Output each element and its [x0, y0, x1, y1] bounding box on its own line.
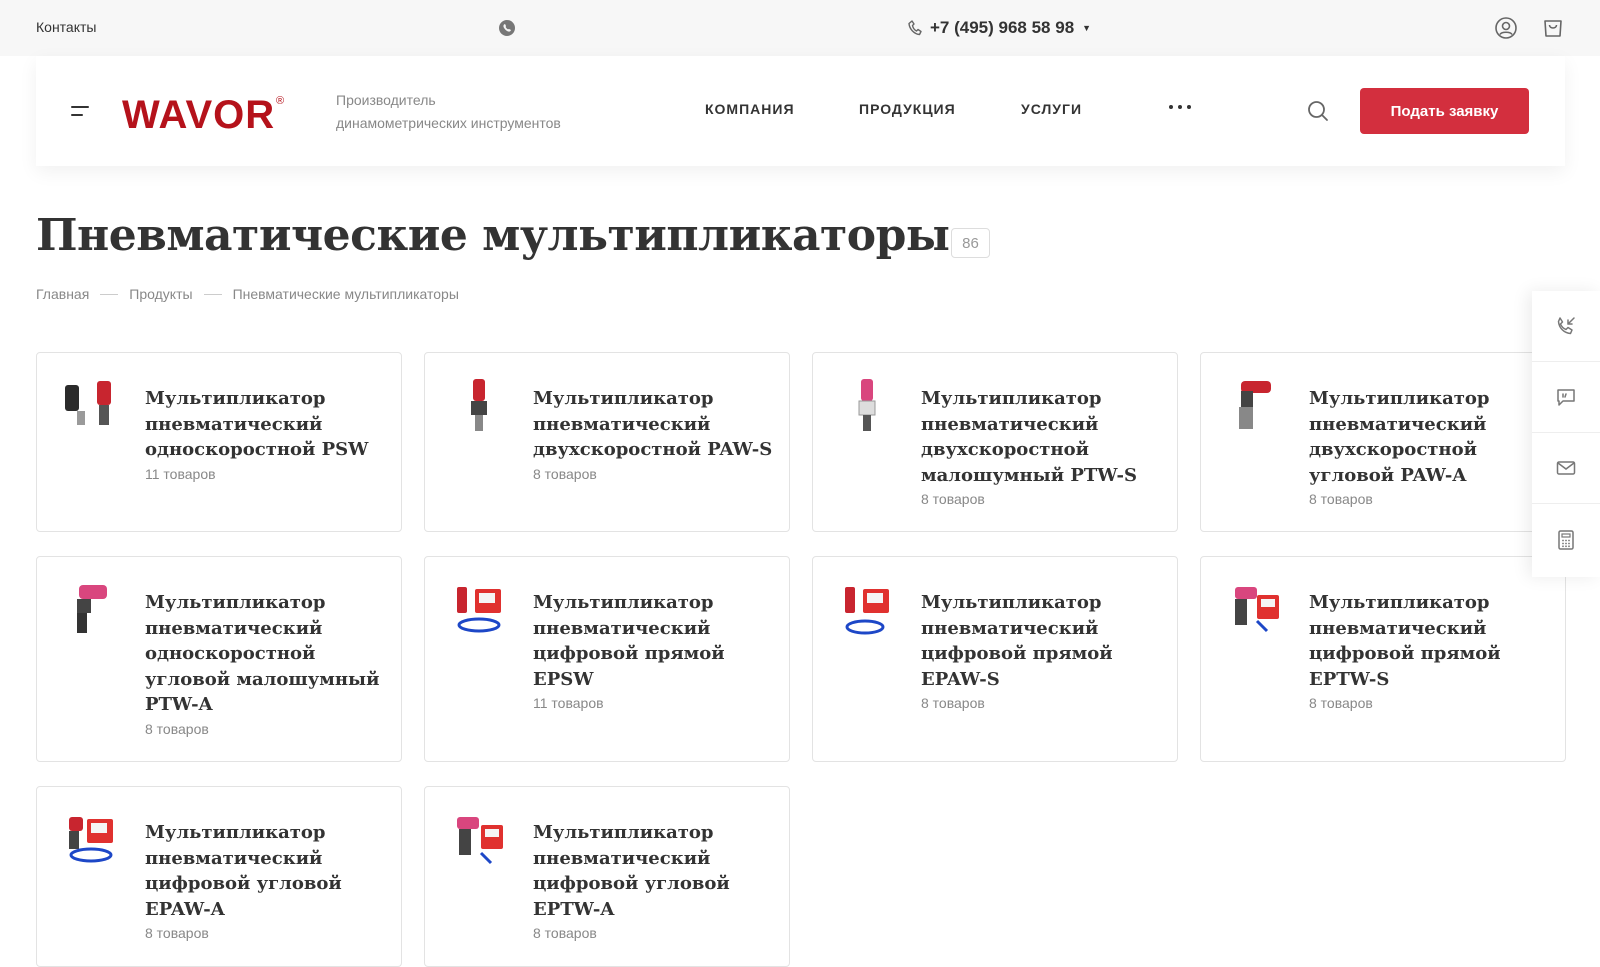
- product-thumbnail[interactable]: [451, 581, 507, 641]
- product-thumbnail[interactable]: [839, 377, 895, 437]
- category-card[interactable]: Мультипликатор пневматический двухскорос…: [812, 352, 1178, 532]
- phone-icon: [908, 20, 922, 36]
- phone-block[interactable]: +7 (495) 968 58 98 ▼: [908, 16, 1091, 40]
- email-button[interactable]: [1532, 433, 1600, 504]
- category-card[interactable]: Мультипликатор пневматический цифровой п…: [812, 556, 1178, 762]
- tagline-line-2: динамометрических инструментов: [336, 115, 561, 131]
- wavor-logo[interactable]: WAVOR ®: [122, 90, 290, 134]
- breadcrumb-current: Пневматические мультипликаторы: [232, 286, 459, 302]
- floating-contact-panel: [1532, 291, 1600, 577]
- category-count: 8 товаров: [533, 465, 597, 482]
- main-header: WAVOR ® Производитель динамометрических …: [36, 56, 1565, 166]
- category-title[interactable]: Мультипликатор пневматический цифровой п…: [533, 590, 773, 714]
- top-bar: Контакты +7 (495) 968 58 98 ▼: [0, 0, 1600, 56]
- category-title[interactable]: Мультипликатор пневматический односкорос…: [145, 590, 385, 740]
- category-count: 11 товаров: [533, 695, 604, 711]
- breadcrumb: Главная Продукты Пневматические мультипл…: [36, 286, 459, 302]
- category-name[interactable]: Мультипликатор пневматический двухскорос…: [533, 388, 772, 460]
- category-card[interactable]: Мультипликатор пневматический двухскорос…: [424, 352, 790, 532]
- nav-services[interactable]: УСЛУГИ: [1021, 101, 1082, 117]
- phone-number[interactable]: +7 (495) 968 58 98: [930, 18, 1074, 38]
- nav-company[interactable]: КОМПАНИЯ: [705, 101, 795, 117]
- product-thumbnail[interactable]: [839, 581, 895, 641]
- category-card[interactable]: Мультипликатор пневматический цифровой у…: [36, 786, 402, 967]
- chat-button[interactable]: [1532, 362, 1600, 433]
- product-thumbnail[interactable]: [63, 811, 119, 871]
- menu-icon[interactable]: [71, 105, 91, 117]
- category-name[interactable]: Мультипликатор пневматический двухскорос…: [921, 388, 1137, 486]
- category-card[interactable]: Мультипликатор пневматический цифровой п…: [1200, 556, 1566, 762]
- category-name[interactable]: Мультипликатор пневматический цифровой п…: [921, 592, 1113, 690]
- tagline-line-1: Производитель: [336, 92, 436, 108]
- category-title[interactable]: Мультипликатор пневматический цифровой у…: [533, 820, 773, 944]
- product-thumbnail[interactable]: [63, 581, 119, 641]
- more-icon[interactable]: [1167, 102, 1193, 112]
- breadcrumb-separator: [203, 293, 222, 295]
- category-count: 8 товаров: [145, 925, 209, 941]
- svg-text:®: ®: [276, 95, 284, 107]
- category-name[interactable]: Мультипликатор пневматический цифровой у…: [145, 822, 342, 920]
- category-title[interactable]: Мультипликатор пневматический цифровой у…: [145, 820, 385, 944]
- cart-icon[interactable]: [1541, 16, 1565, 40]
- product-thumbnail[interactable]: [451, 811, 507, 871]
- contacts-link[interactable]: Контакты: [36, 19, 96, 35]
- category-count: 11 товаров: [145, 465, 216, 482]
- page-title: Пневматические мультипликаторы: [36, 210, 950, 261]
- breadcrumb-home[interactable]: Главная: [36, 286, 89, 302]
- category-count: 8 товаров: [921, 491, 985, 507]
- company-tagline: Производитель динамометрических инструме…: [336, 89, 626, 135]
- category-name[interactable]: Мультипликатор пневматический односкорос…: [145, 388, 368, 460]
- category-count: 8 товаров: [1309, 491, 1373, 507]
- breadcrumb-products[interactable]: Продукты: [129, 286, 192, 302]
- category-title[interactable]: Мультипликатор пневматический цифровой п…: [1309, 590, 1549, 714]
- category-name[interactable]: Мультипликатор пневматический двухскорос…: [1309, 388, 1489, 486]
- category-count: 8 товаров: [921, 695, 985, 711]
- calculator-icon: [1558, 529, 1574, 550]
- callback-icon: [1557, 317, 1575, 335]
- category-card[interactable]: Мультипликатор пневматический цифровой у…: [424, 786, 790, 967]
- count-badge: 86: [951, 228, 990, 258]
- category-title[interactable]: Мультипликатор пневматический цифровой п…: [921, 590, 1161, 714]
- chat-icon: [1557, 389, 1575, 406]
- breadcrumb-separator: [100, 293, 119, 295]
- callback-button[interactable]: [1532, 291, 1600, 362]
- chevron-down-icon[interactable]: ▼: [1082, 23, 1091, 33]
- category-count: 8 товаров: [1309, 695, 1373, 711]
- category-title[interactable]: Мультипликатор пневматический двухскорос…: [1309, 386, 1549, 510]
- user-icon[interactable]: [1494, 16, 1518, 40]
- category-name[interactable]: Мультипликатор пневматический цифровой п…: [533, 592, 725, 690]
- category-card[interactable]: Мультипликатор пневматический односкорос…: [36, 352, 402, 532]
- category-count: 8 товаров: [533, 925, 597, 941]
- submit-request-button[interactable]: Подать заявку: [1360, 88, 1529, 134]
- product-thumbnail[interactable]: [1227, 377, 1283, 437]
- nav-products[interactable]: ПРОДУКЦИЯ: [859, 101, 956, 117]
- category-card[interactable]: Мультипликатор пневматический двухскорос…: [1200, 352, 1566, 532]
- category-card[interactable]: Мультипликатор пневматический односкорос…: [36, 556, 402, 762]
- product-thumbnail[interactable]: [451, 377, 507, 437]
- category-name[interactable]: Мультипликатор пневматический цифровой п…: [1309, 592, 1501, 690]
- category-name[interactable]: Мультипликатор пневматический цифровой у…: [533, 822, 730, 920]
- category-name[interactable]: Мультипликатор пневматический односкорос…: [145, 592, 379, 715]
- svg-text:WAVOR: WAVOR: [122, 93, 275, 134]
- category-count: 8 товаров: [145, 720, 209, 737]
- calculator-button[interactable]: [1532, 504, 1600, 575]
- product-thumbnail[interactable]: [1227, 581, 1283, 641]
- category-title[interactable]: Мультипликатор пневматический двухскорос…: [921, 386, 1161, 510]
- whatsapp-icon[interactable]: [498, 19, 516, 37]
- category-card[interactable]: Мультипликатор пневматический цифровой п…: [424, 556, 790, 762]
- category-title[interactable]: Мультипликатор пневматический односкорос…: [145, 386, 385, 485]
- product-thumbnail[interactable]: [63, 377, 119, 437]
- search-icon[interactable]: [1306, 99, 1330, 123]
- mail-icon: [1556, 461, 1576, 475]
- category-title[interactable]: Мультипликатор пневматический двухскорос…: [533, 386, 773, 485]
